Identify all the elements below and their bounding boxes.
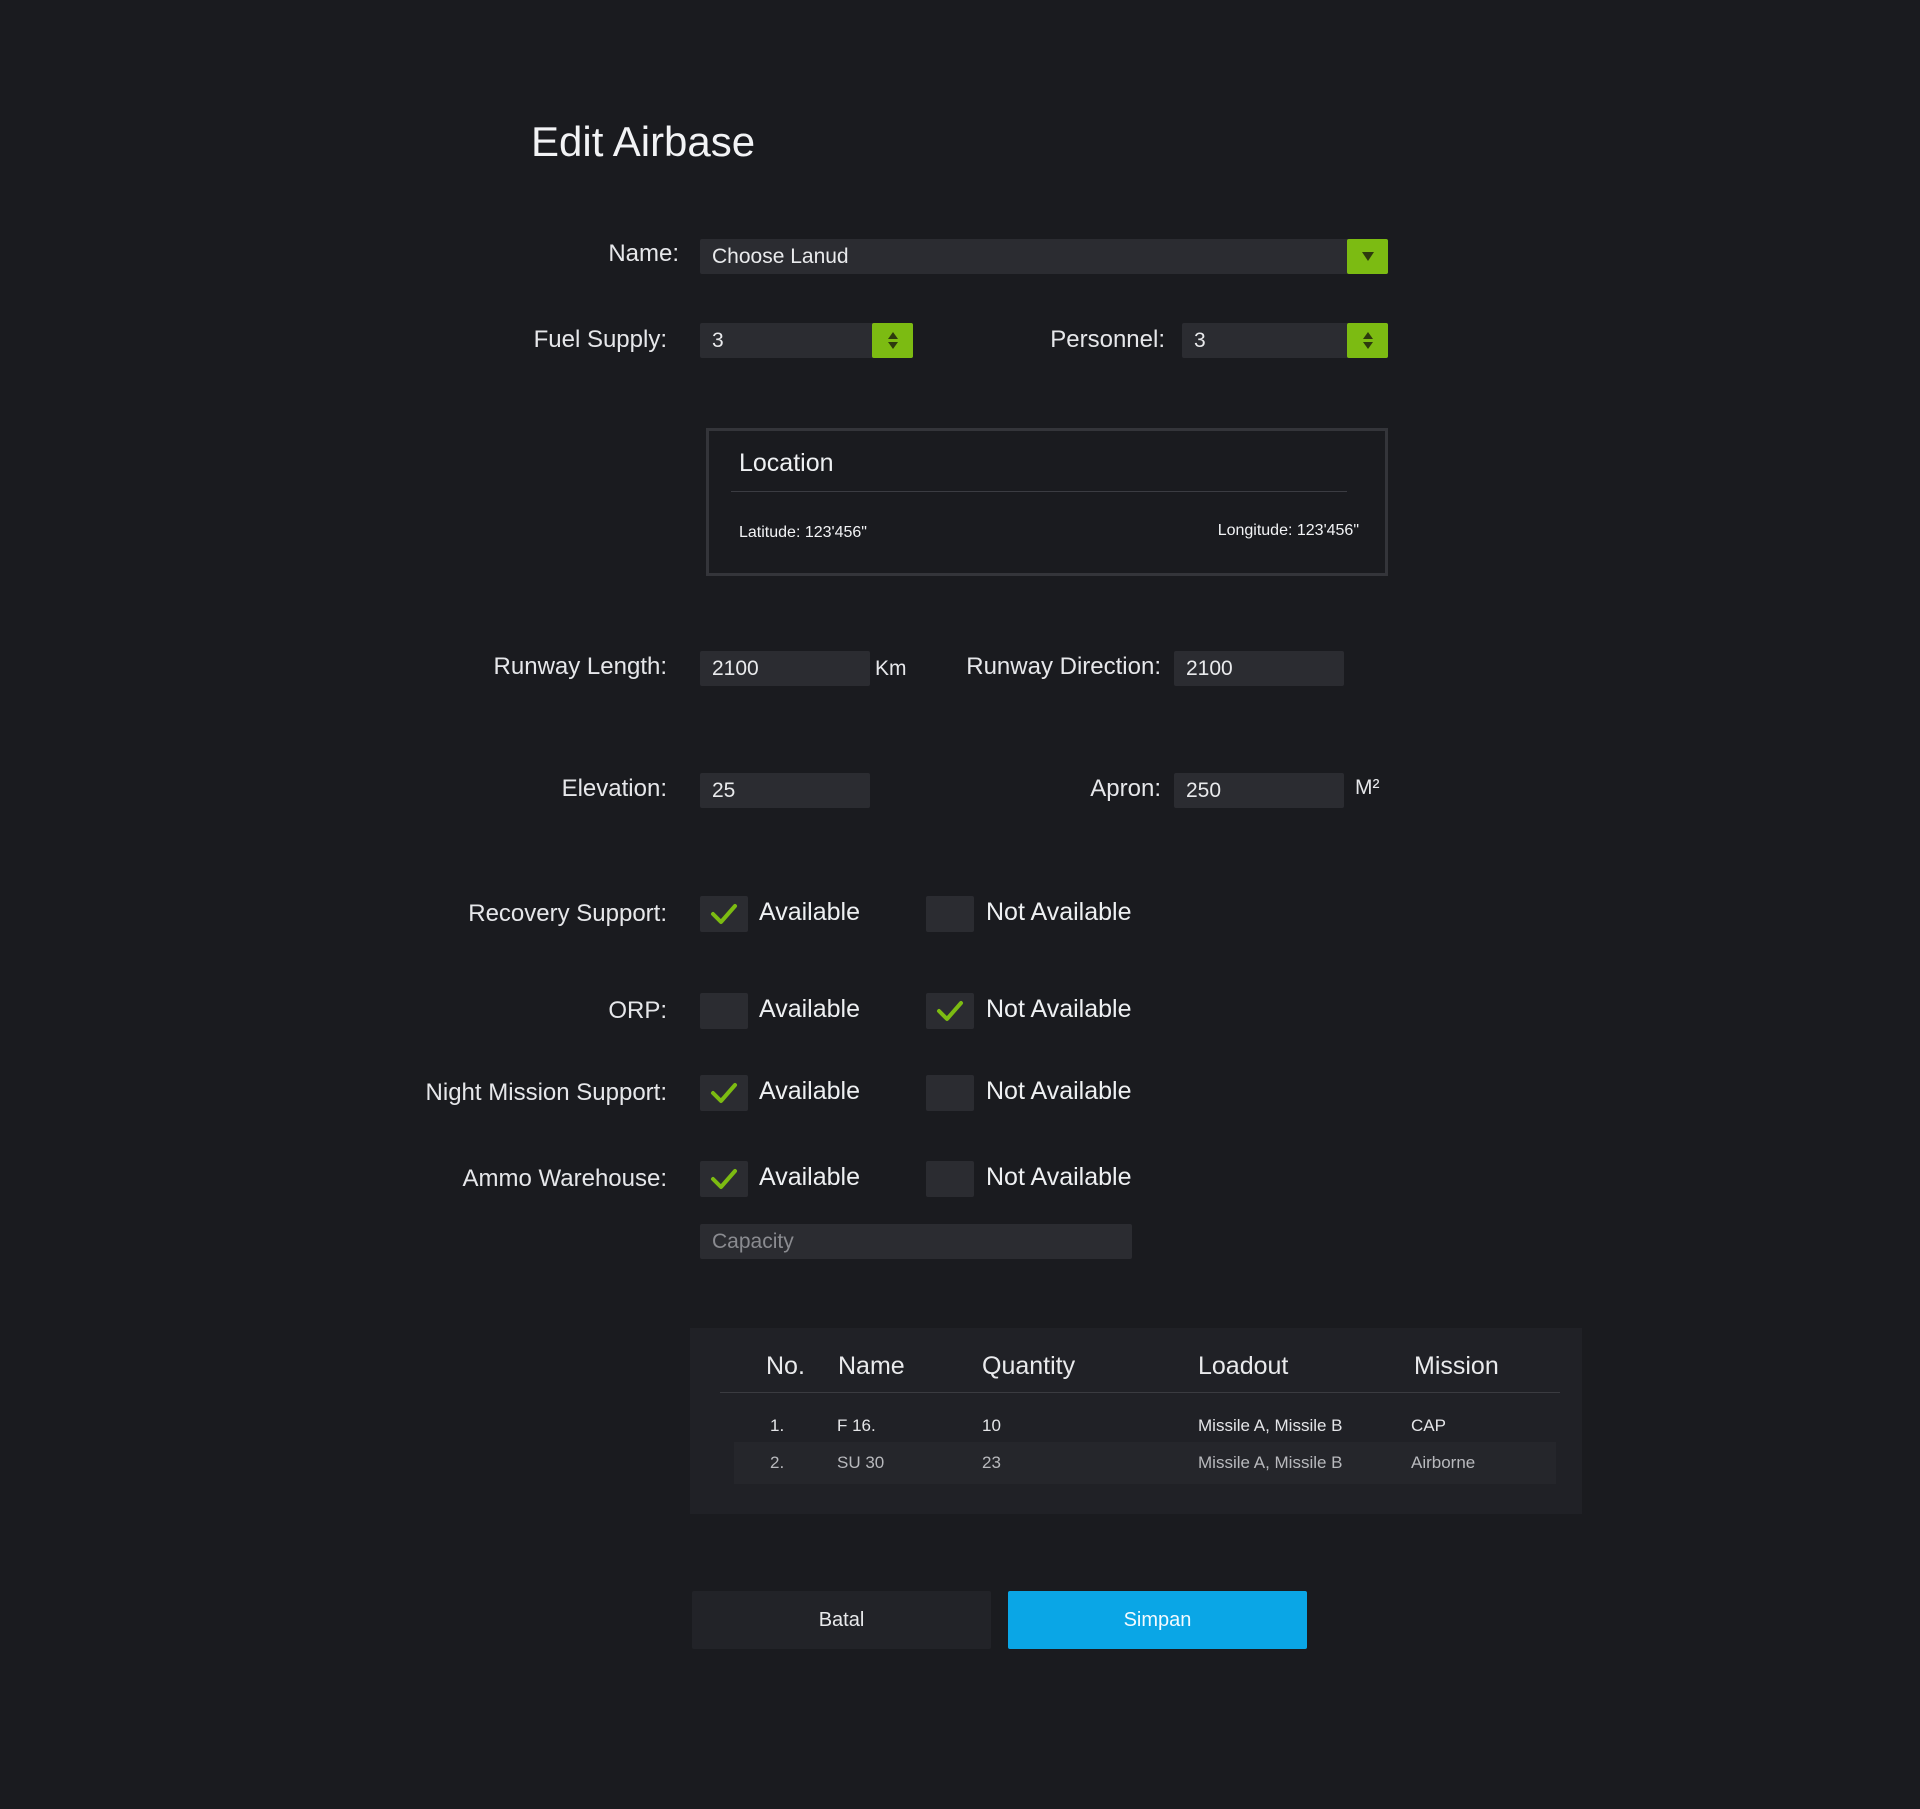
fuel-supply-stepper[interactable]: 3 xyxy=(700,323,913,358)
night-mission-available-label: Available xyxy=(759,1077,861,1105)
ammo-warehouse-not-available-label: Not Available xyxy=(986,1163,1132,1191)
personnel-label: Personnel: xyxy=(1050,326,1165,353)
arrow-up-icon xyxy=(887,332,898,339)
ammo-warehouse-not-available-checkbox[interactable] xyxy=(926,1161,974,1197)
table-header-divider xyxy=(720,1392,1560,1393)
orp-label: ORP: xyxy=(608,997,667,1024)
runway-direction-label: Runway Direction: xyxy=(966,653,1161,680)
personnel-stepper[interactable]: 3 xyxy=(1182,323,1388,358)
name-label: Name: xyxy=(608,240,679,267)
column-header-name: Name xyxy=(838,1352,905,1380)
cancel-button[interactable]: Batal xyxy=(692,1591,991,1649)
location-panel: Location Latitude: 123'456" Longitude: 1… xyxy=(706,428,1388,576)
night-mission-support-label: Night Mission Support: xyxy=(425,1079,667,1106)
elevation-label: Elevation: xyxy=(561,775,667,802)
personnel-value: 3 xyxy=(1194,328,1206,352)
location-title: Location xyxy=(739,449,834,477)
arrow-down-icon xyxy=(1362,342,1373,349)
checkmark-icon xyxy=(937,1001,963,1021)
recovery-support-not-available-checkbox[interactable] xyxy=(926,896,974,932)
name-dropdown-button[interactable] xyxy=(1347,239,1388,274)
column-header-mission: Mission xyxy=(1414,1352,1499,1380)
name-select[interactable]: Choose Lanud xyxy=(700,239,1388,274)
runway-length-unit: Km xyxy=(875,657,907,680)
column-header-no: No. xyxy=(766,1352,805,1380)
latitude-value: Latitude: 123'456" xyxy=(739,524,867,541)
orp-not-available-label: Not Available xyxy=(986,995,1132,1023)
table-cell-mission: Airborne xyxy=(1411,1453,1476,1472)
fuel-supply-label: Fuel Supply: xyxy=(533,326,667,353)
runway-length-input[interactable] xyxy=(700,651,870,686)
ammo-warehouse-available-checkbox[interactable] xyxy=(700,1161,748,1197)
recovery-support-available-label: Available xyxy=(759,898,861,926)
location-divider xyxy=(731,491,1347,492)
name-select-value: Choose Lanud xyxy=(712,244,849,268)
runway-length-label: Runway Length: xyxy=(493,653,667,680)
fuel-supply-spin-button[interactable] xyxy=(872,323,913,358)
apron-label: Apron: xyxy=(1090,775,1161,802)
night-mission-not-available-checkbox[interactable] xyxy=(926,1075,974,1111)
fuel-supply-value: 3 xyxy=(712,328,724,352)
chevron-down-icon xyxy=(1361,252,1374,261)
column-header-quantity: Quantity xyxy=(982,1352,1076,1380)
night-mission-available-checkbox[interactable] xyxy=(700,1075,748,1111)
ammo-warehouse-label: Ammo Warehouse: xyxy=(462,1165,667,1192)
orp-not-available-checkbox[interactable] xyxy=(926,993,974,1029)
longitude-value: Longitude: 123'456" xyxy=(1217,522,1359,539)
runway-direction-input[interactable] xyxy=(1174,651,1344,686)
table-cell-no: 2. xyxy=(770,1453,785,1472)
checkmark-icon xyxy=(711,1083,737,1103)
apron-input[interactable] xyxy=(1174,773,1344,808)
column-header-loadout: Loadout xyxy=(1198,1352,1289,1380)
save-button[interactable]: Simpan xyxy=(1008,1591,1307,1649)
page-title: Edit Airbase xyxy=(531,118,756,165)
recovery-support-label: Recovery Support: xyxy=(468,900,667,927)
orp-available-label: Available xyxy=(759,995,861,1023)
arrow-down-icon xyxy=(887,342,898,349)
table-cell-loadout: Missile A, Missile B xyxy=(1198,1453,1343,1472)
table-cell-no: 1. xyxy=(770,1416,785,1435)
personnel-spin-button[interactable] xyxy=(1347,323,1388,358)
arrow-up-icon xyxy=(1362,332,1373,339)
apron-unit: M² xyxy=(1355,776,1380,799)
table-cell-quantity: 10 xyxy=(982,1416,1001,1435)
aircraft-table: No. Name Quantity Loadout Mission 1. F 1… xyxy=(690,1328,1582,1514)
night-mission-not-available-label: Not Available xyxy=(986,1077,1132,1105)
table-row[interactable]: 1. F 16. 10 Missile A, Missile B CAP xyxy=(690,1408,1582,1442)
orp-available-checkbox[interactable] xyxy=(700,993,748,1029)
ammo-warehouse-available-label: Available xyxy=(759,1163,861,1191)
recovery-support-available-checkbox[interactable] xyxy=(700,896,748,932)
table-row[interactable]: 2. SU 30 23 Missile A, Missile B Airborn… xyxy=(690,1442,1582,1484)
table-cell-loadout: Missile A, Missile B xyxy=(1198,1416,1343,1435)
elevation-input[interactable] xyxy=(700,773,870,808)
table-cell-name: SU 30 xyxy=(837,1453,885,1472)
checkmark-icon xyxy=(711,1169,737,1189)
table-cell-name: F 16. xyxy=(837,1416,876,1435)
checkmark-icon xyxy=(711,904,737,924)
recovery-support-not-available-label: Not Available xyxy=(986,898,1132,926)
table-cell-mission: CAP xyxy=(1411,1416,1446,1435)
capacity-input[interactable] xyxy=(700,1224,1132,1259)
table-cell-quantity: 23 xyxy=(982,1453,1001,1472)
